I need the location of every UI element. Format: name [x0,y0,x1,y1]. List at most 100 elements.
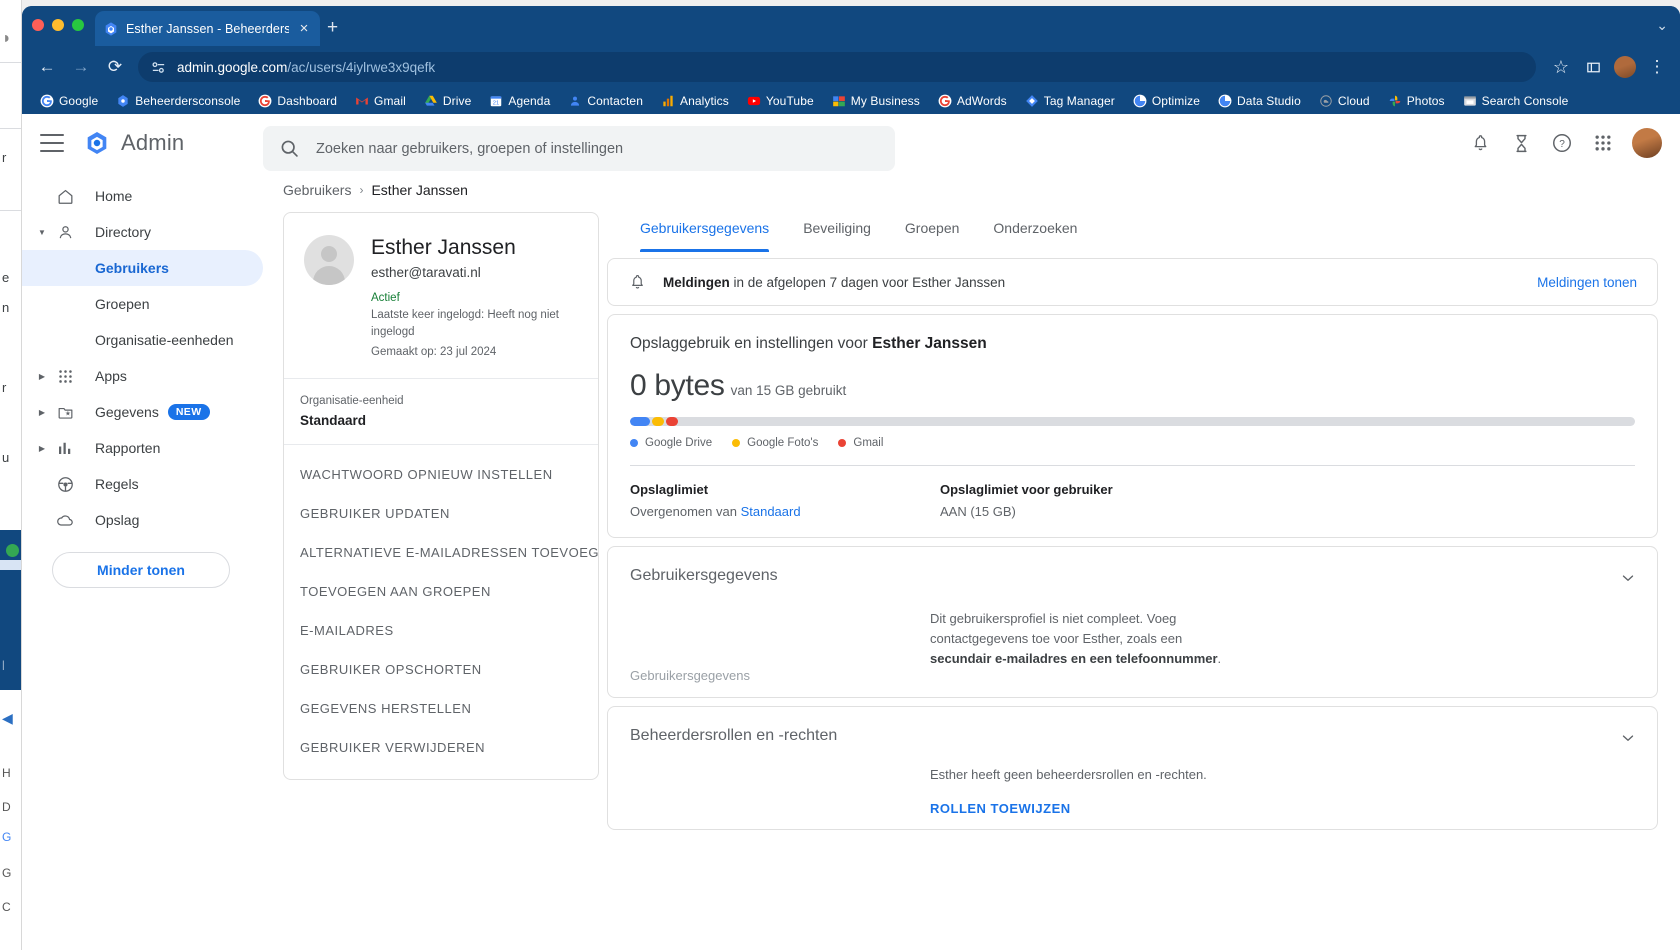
admin-roles-section[interactable]: Beheerdersrollen en -rechten Esther heef… [607,706,1658,830]
bookmark-label: Beheerdersconsole [135,94,241,108]
tab-close-icon[interactable]: × [296,21,312,36]
bookmark-google[interactable]: Google [32,92,106,110]
url-path: /ac/users/4iylrwe3x9qefk [287,59,436,75]
sidebar-item-groepen[interactable]: Groepen [22,286,263,322]
search-input[interactable]: Zoeken naar gebruikers, groepen of inste… [263,126,895,171]
sidebar-item-opslag[interactable]: Opslag [22,502,263,538]
user-action-update-user[interactable]: GEBRUIKER UPDATEN [284,494,598,533]
browser-window: Esther Janssen - Beheerdersc × + ⌄ ← → ⟳… [22,6,1680,950]
gmail-icon [356,97,368,105]
window-traffic-lights[interactable] [32,19,84,31]
tab-gebruikersgegevens[interactable]: Gebruikersgegevens [623,212,786,252]
sidebar-item-regels[interactable]: Regels [22,466,263,502]
bookmark-photos[interactable]: Photos [1380,92,1453,110]
browser-profile-avatar[interactable] [1612,54,1638,80]
bookmark-contacten[interactable]: Contacten [560,92,651,110]
sidebar-item-directory[interactable]: ▼ Directory [22,214,263,250]
account-avatar[interactable] [1632,128,1662,158]
bookmark-analytics[interactable]: Analytics [653,92,737,110]
bookmark-star-icon[interactable]: ☆ [1548,54,1574,80]
sidebar-item-apps[interactable]: ▶ Apps [22,358,263,394]
mybusiness-icon [832,96,845,107]
alerts-text: Meldingen in de afgelopen 7 dagen voor E… [663,275,1537,290]
maximize-window-button[interactable] [72,19,84,31]
storage-bar-drive [630,417,650,426]
hourglass-icon[interactable] [1509,131,1533,155]
show-alerts-link[interactable]: Meldingen tonen [1537,275,1637,290]
bookmark-beheerdersconsole[interactable]: Beheerdersconsole [108,92,248,110]
bookmark-tag-manager[interactable]: Tag Manager [1017,92,1123,110]
reload-button[interactable]: ⟳ [100,52,130,82]
address-bar-url: admin.google.com/ac/users/4iylrwe3x9qefk [177,60,435,75]
bookmark-adwords[interactable]: AdWords [930,92,1015,110]
sidebar-item-organisatie-eenheden[interactable]: Organisatie-eenheden [22,322,263,358]
sidebar-item-label: Apps [95,368,127,384]
help-icon[interactable]: ? [1550,131,1574,155]
calendar-icon: 21 [491,96,502,107]
show-less-button[interactable]: Minder tonen [52,552,230,588]
forward-button[interactable]: → [66,52,96,82]
sidebar-item-home[interactable]: Home [22,178,263,214]
browser-menu-icon[interactable]: ⋮ [1644,54,1670,80]
close-window-button[interactable] [32,19,44,31]
user-action-delete-user[interactable]: GEBRUIKER VERWIJDEREN [284,728,598,767]
user-action-add-to-groups[interactable]: TOEVOEGEN AAN GROEPEN [284,572,598,611]
chevron-down-icon[interactable]: ⌄ [1656,17,1668,34]
chevron-right-icon[interactable]: ▶ [36,408,48,417]
chevron-right-icon[interactable]: ▶ [36,372,48,381]
apps-grid-icon[interactable] [1591,131,1615,155]
storage-title-user: Esther Janssen [872,335,987,352]
user-action-suspend-user[interactable]: GEBRUIKER OPSCHORTEN [284,650,598,689]
chevron-right-icon[interactable]: ▶ [36,444,48,453]
user-action-add-alternate-emails[interactable]: ALTERNATIEVE E-MAILADRESSEN TOEVOEGEN [284,533,598,572]
bookmark-cloud[interactable]: Cloud [1311,92,1378,110]
user-action-restore-data[interactable]: GEGEVENS HERSTELLEN [284,689,598,728]
youtube-icon [747,96,761,106]
sidebar-item-gegevens[interactable]: ▶ ★ Gegevens NEW [22,394,263,430]
bookmark-drive[interactable]: Drive [416,92,480,110]
product-name: Admin [121,130,185,155]
minimize-window-button[interactable] [52,19,64,31]
main-grid: Esther Janssen esther@taravati.nl Actief… [263,212,1680,950]
tab-beveiliging[interactable]: Beveiliging [786,212,888,252]
bookmark-optimize[interactable]: Optimize [1125,92,1208,110]
browser-tab[interactable]: Esther Janssen - Beheerdersc × [95,11,320,46]
back-button[interactable]: ← [32,52,62,82]
breadcrumb-parent[interactable]: Gebruikers [283,182,351,198]
assign-roles-link[interactable]: ROLLEN TOEWIJZEN [930,801,1071,816]
chevron-down-icon[interactable] [1619,569,1637,592]
bookmark-dashboard[interactable]: Dashboard [250,92,345,110]
sidebar-item-gebruikers[interactable]: Gebruikers [22,250,263,286]
notifications-bell-icon[interactable] [1468,131,1492,155]
photos-icon [1389,95,1400,107]
user-action-reset-password[interactable]: WACHTWOORD OPNIEUW INSTELLEN [284,455,598,494]
tab-groepen[interactable]: Groepen [888,212,976,252]
chevron-down-icon[interactable] [1619,729,1637,752]
sidebar-item-rapporten[interactable]: ▶ Rapporten [22,430,263,466]
section-paragraph: Dit gebruikersprofiel is niet compleet. … [930,609,1240,669]
bookmark-search-console[interactable]: Search Console [1455,92,1577,110]
bookmark-data-studio[interactable]: Data Studio [1210,92,1309,110]
bookmark-gmail[interactable]: Gmail [347,92,414,110]
bookmark-my-business[interactable]: My Business [824,92,928,110]
bookmark-agenda[interactable]: 21 Agenda [481,92,558,110]
bookmark-youtube[interactable]: YouTube [739,92,822,110]
inherited-org-link[interactable]: Standaard [741,504,801,519]
page-body: Home ▼ Directory Gebruikers Groepen Orga… [22,172,1680,950]
alerts-bold: Meldingen [663,274,730,290]
user-action-change-org-unit[interactable]: ORGANISATIE-EENHEID WIJZIGEN [284,767,598,779]
user-data-section[interactable]: Gebruikersgegevens Dit gebruikersprofiel… [607,546,1658,698]
new-tab-button[interactable]: + [327,18,338,37]
site-settings-icon[interactable] [150,59,167,76]
admin-brand[interactable]: Admin [84,130,184,156]
user-action-email[interactable]: E-MAILADRES [284,611,598,650]
tab-onderzoeken[interactable]: Onderzoeken [976,212,1094,252]
address-bar[interactable]: admin.google.com/ac/users/4iylrwe3x9qefk [138,52,1536,82]
chevron-down-icon[interactable]: ▼ [36,228,48,237]
menu-hamburger-icon[interactable] [40,134,64,152]
extensions-icon[interactable] [1580,54,1606,80]
user-actions-list: WACHTWOORD OPNIEUW INSTELLEN GEBRUIKER U… [284,445,598,779]
org-unit-value: Standaard [300,413,367,429]
detail-column: Gebruikersgegevens Beveiliging Groepen O… [607,212,1658,950]
avatar [304,235,354,285]
